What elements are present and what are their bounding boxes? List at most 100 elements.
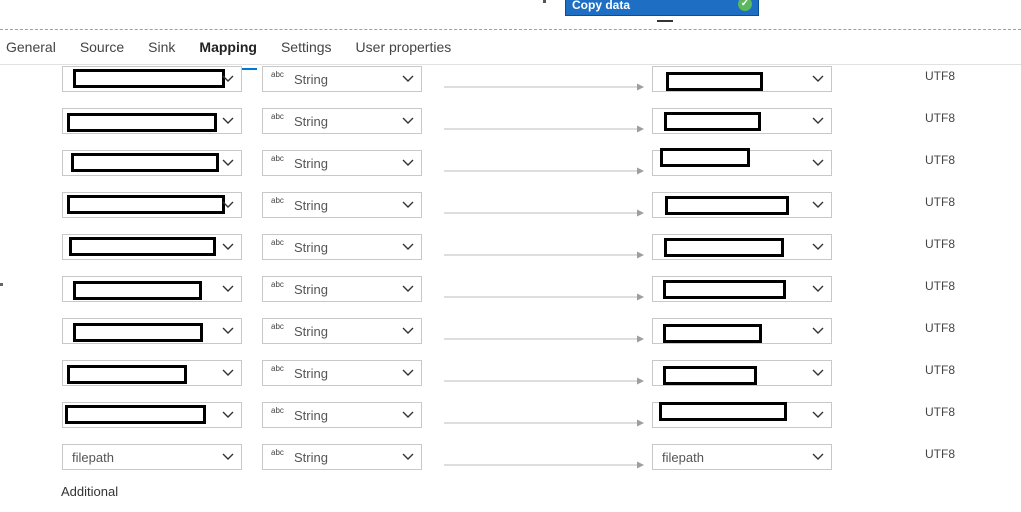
source-column-dropdown[interactable] — [62, 276, 242, 302]
chevron-down-icon — [221, 113, 235, 127]
source-type-dropdown[interactable]: abc String — [262, 444, 422, 470]
source-type-label: String — [294, 240, 328, 255]
destination-column-dropdown[interactable]: filepath — [652, 444, 832, 470]
tabs-divider — [0, 64, 1021, 65]
destination-column-dropdown[interactable] — [652, 276, 832, 302]
source-type-dropdown[interactable]: abc String — [262, 66, 422, 92]
tab-source[interactable]: Source — [80, 36, 124, 64]
redaction-box — [67, 113, 217, 132]
redaction-box — [663, 280, 786, 299]
encoding-label: UTF8 — [925, 447, 955, 461]
mapping-row: abc String UTF8 — [0, 318, 1021, 360]
redaction-box — [73, 281, 202, 300]
string-type-icon: abc — [271, 154, 284, 163]
mapping-arrow-icon — [444, 120, 644, 133]
source-column-dropdown[interactable] — [62, 66, 242, 92]
encoding-label: UTF8 — [925, 279, 955, 293]
chevron-down-icon — [401, 239, 415, 253]
string-type-icon: abc — [271, 364, 284, 373]
source-column-dropdown[interactable] — [62, 192, 242, 218]
encoding-label: UTF8 — [925, 363, 955, 377]
tab-general[interactable]: General — [6, 36, 56, 64]
encoding-label: UTF8 — [925, 321, 955, 335]
string-type-icon: abc — [271, 112, 284, 121]
redaction-box — [65, 405, 206, 424]
tab-mapping[interactable]: Mapping — [199, 36, 257, 70]
source-type-dropdown[interactable]: abc String — [262, 318, 422, 344]
mapping-row: abc String UTF8 — [0, 234, 1021, 276]
mapping-row: filepath abc String filepath UTF8 — [0, 444, 1021, 486]
chevron-down-icon — [401, 71, 415, 85]
destination-column-dropdown[interactable] — [652, 148, 832, 176]
chevron-down-icon — [811, 239, 825, 253]
source-column-dropdown[interactable] — [62, 108, 242, 134]
destination-column-dropdown[interactable] — [652, 66, 832, 92]
mapping-arrow-icon — [444, 78, 644, 91]
chevron-down-icon — [811, 155, 825, 169]
source-type-dropdown[interactable]: abc String — [262, 234, 422, 260]
mapping-row: abc String UTF8 — [0, 276, 1021, 318]
source-column-dropdown[interactable] — [62, 318, 242, 344]
destination-column-dropdown[interactable] — [652, 360, 832, 386]
source-column-dropdown[interactable] — [62, 402, 242, 428]
source-type-dropdown[interactable]: abc String — [262, 150, 422, 176]
source-type-dropdown[interactable]: abc String — [262, 276, 422, 302]
source-type-dropdown[interactable]: abc String — [262, 360, 422, 386]
string-type-icon: abc — [271, 406, 284, 415]
redaction-box — [73, 69, 225, 88]
mapping-arrow-icon — [444, 372, 644, 385]
chevron-down-icon — [401, 155, 415, 169]
mapping-arrow-icon — [444, 330, 644, 343]
destination-column-dropdown[interactable] — [652, 192, 832, 218]
source-type-label: String — [294, 408, 328, 423]
string-type-icon: abc — [271, 322, 284, 331]
chevron-down-icon — [221, 71, 235, 85]
destination-column-dropdown[interactable] — [652, 318, 832, 344]
tab-user-properties[interactable]: User properties — [356, 36, 452, 64]
source-type-dropdown[interactable]: abc String — [262, 402, 422, 428]
redaction-box — [666, 72, 763, 91]
chevron-down-icon — [221, 407, 235, 421]
mapping-row: abc String UTF8 — [0, 66, 1021, 108]
destination-column-dropdown[interactable] — [652, 234, 832, 260]
source-type-label: String — [294, 156, 328, 171]
source-type-label: String — [294, 198, 328, 213]
copy-data-activity[interactable]: Copy data ✓ — [565, 0, 759, 16]
source-column-name: filepath — [72, 450, 114, 465]
mapping-arrow-icon — [444, 204, 644, 217]
mapping-row: abc String UTF8 — [0, 148, 1021, 192]
additional-columns-label: Additional — [61, 484, 119, 499]
source-type-label: String — [294, 450, 328, 465]
chevron-down-icon — [221, 323, 235, 337]
source-column-dropdown[interactable]: filepath — [62, 444, 242, 470]
chevron-down-icon — [811, 449, 825, 463]
redaction-box — [663, 324, 762, 343]
chevron-down-icon — [401, 323, 415, 337]
source-type-dropdown[interactable]: abc String — [262, 192, 422, 218]
tab-settings[interactable]: Settings — [281, 36, 332, 64]
chevron-down-icon — [401, 197, 415, 211]
source-type-label: String — [294, 282, 328, 297]
source-column-dropdown[interactable] — [62, 150, 242, 176]
redaction-box — [664, 238, 784, 257]
tab-sink[interactable]: Sink — [148, 36, 175, 64]
activity-resize-handle[interactable] — [657, 20, 673, 22]
string-type-icon: abc — [271, 196, 284, 205]
redaction-box — [69, 237, 216, 256]
source-type-label: String — [294, 114, 328, 129]
chevron-down-icon — [401, 113, 415, 127]
chevron-down-icon — [811, 407, 825, 421]
destination-column-dropdown[interactable] — [652, 108, 832, 134]
encoding-label: UTF8 — [925, 153, 955, 167]
mapping-arrow-icon — [444, 414, 644, 427]
mapping-arrow-icon — [444, 456, 644, 469]
destination-column-dropdown[interactable] — [652, 402, 832, 428]
source-type-dropdown[interactable]: abc String — [262, 108, 422, 134]
source-column-dropdown[interactable] — [62, 360, 242, 386]
chevron-down-icon — [221, 197, 235, 211]
mapping-arrow-icon — [444, 288, 644, 301]
redaction-box — [67, 365, 187, 384]
redaction-box — [71, 153, 219, 172]
source-column-dropdown[interactable] — [62, 234, 242, 260]
mapping-row: abc String UTF8 — [0, 402, 1021, 444]
